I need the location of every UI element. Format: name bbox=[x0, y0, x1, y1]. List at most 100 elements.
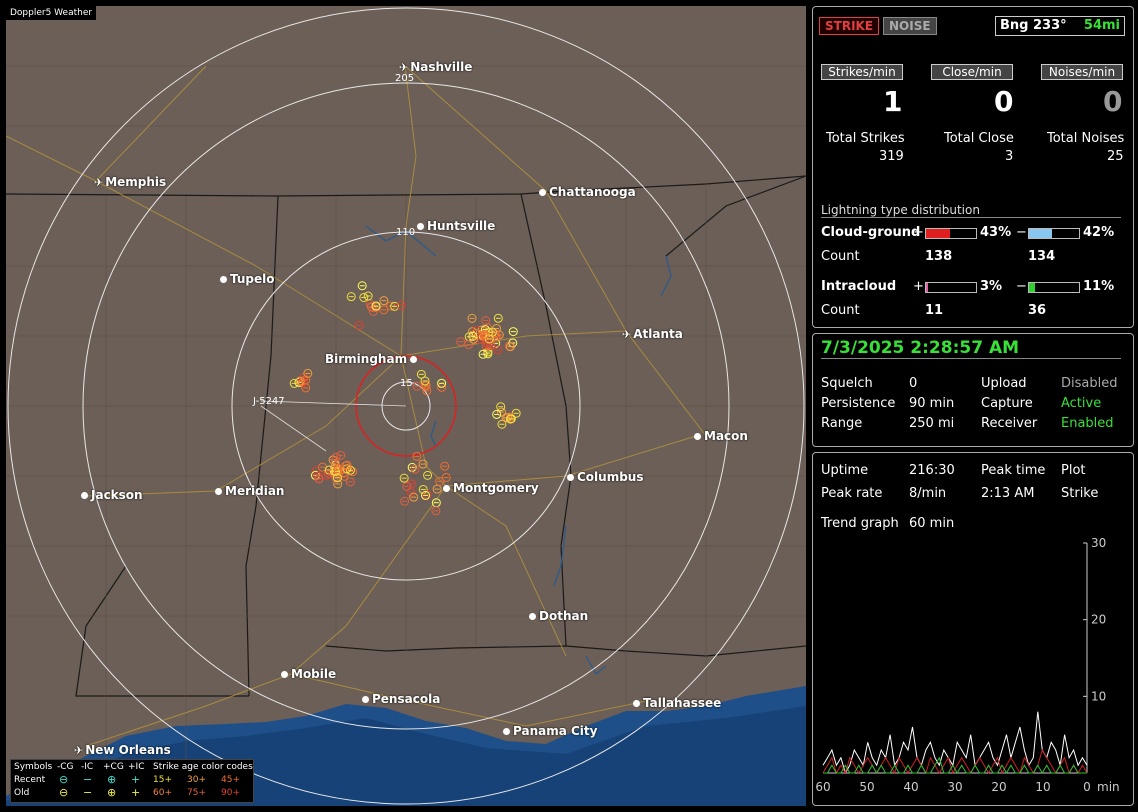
noise-button[interactable]: NOISE bbox=[883, 17, 937, 35]
legend-age-30: 30+ bbox=[187, 775, 206, 785]
legend-age-title: Strike age color codes bbox=[153, 762, 253, 772]
total-noises-value: 25 bbox=[1107, 149, 1124, 164]
cloud-ground-label: Cloud-ground bbox=[821, 225, 921, 240]
legend-recent-pos-ic-icon: + bbox=[131, 773, 141, 786]
ga-sc-border bbox=[665, 175, 806, 257]
total-strikes-label: Total Strikes bbox=[826, 131, 905, 146]
ic-pos-percent: 3% bbox=[980, 279, 1003, 294]
fl-border bbox=[325, 645, 806, 657]
map-title: Doppler5 Weather bbox=[6, 6, 97, 20]
city-dot-icon bbox=[215, 488, 222, 495]
squelch-label: Squelch bbox=[821, 376, 873, 391]
ic-neg-percent: 11% bbox=[1083, 279, 1115, 294]
intracloud-label: Intracloud bbox=[821, 279, 897, 294]
city-dot-icon bbox=[410, 356, 418, 363]
city-dot-icon bbox=[281, 671, 288, 678]
cg-count-label: Count bbox=[821, 249, 860, 264]
airport-icon: ✈ bbox=[622, 328, 632, 341]
total-noises-label: Total Noises bbox=[1047, 131, 1125, 146]
x-tick-label: 30 bbox=[947, 780, 962, 794]
receiver-value: Enabled bbox=[1061, 416, 1114, 431]
cg-neg-bar bbox=[1028, 228, 1080, 239]
x-tick-label: 20 bbox=[991, 780, 1006, 794]
total-close-value: 3 bbox=[1005, 149, 1014, 164]
cg-neg-percent: 42% bbox=[1083, 225, 1115, 240]
ic-neg-bar bbox=[1028, 282, 1080, 293]
uptime-value: 216:30 bbox=[909, 463, 955, 478]
upload-label: Upload bbox=[981, 376, 1027, 391]
ic-minus-sign: − bbox=[1016, 279, 1027, 294]
city-panama-city: Panama City bbox=[503, 724, 597, 738]
total-close-label: Total Close bbox=[944, 131, 1014, 146]
city-dot-icon bbox=[443, 485, 450, 492]
lightning-map[interactable]: Doppler5 Weather 205 110 15 J-5247 ✈ Nash… bbox=[6, 6, 806, 806]
city-dot-icon bbox=[529, 613, 536, 620]
legend-age-75: 75+ bbox=[187, 788, 206, 798]
airport-icon: ✈ bbox=[94, 176, 104, 189]
cg-pos-count: 138 bbox=[925, 249, 953, 264]
city-birmingham: Birmingham bbox=[325, 352, 420, 366]
city-dothan: Dothan bbox=[529, 609, 588, 623]
trend-graph-value[interactable]: 60 min bbox=[909, 516, 954, 531]
map-legend: Symbols -CG -IC +CG +IC Strike age color… bbox=[10, 759, 254, 803]
city-dot-icon bbox=[633, 700, 640, 707]
city-nashville: ✈ Nashville bbox=[399, 60, 473, 74]
capture-label: Capture bbox=[981, 396, 1033, 411]
strike-counts-panel: STRIKE NOISE Bng 233° 54mi Strikes/min C… bbox=[812, 6, 1134, 328]
uptime-label: Uptime bbox=[821, 463, 869, 478]
city-dot-icon bbox=[81, 492, 88, 499]
legend-old-neg-ic-icon: − bbox=[83, 786, 93, 799]
legend-recent-pos-cg-icon: ⊕ bbox=[107, 773, 117, 786]
al-ga-border bbox=[520, 193, 572, 647]
trend-graph-label: Trend graph bbox=[821, 516, 899, 531]
noises-per-min-header: Noises/min bbox=[1041, 64, 1123, 80]
range-value: 250 mi bbox=[909, 416, 955, 431]
distance-value: 54mi bbox=[1083, 18, 1120, 33]
status-panel: 7/3/2025 2:28:57 AM Squelch 0 Upload Dis… bbox=[812, 333, 1134, 447]
trend-panel: Uptime 216:30 Peak time Plot Peak rate 8… bbox=[812, 452, 1134, 806]
x-unit-label: min bbox=[1097, 780, 1120, 794]
bearing-line-2 bbox=[260, 405, 327, 452]
strikes-per-min-value: 1 bbox=[883, 85, 903, 118]
legend-old-pos-ic-icon: + bbox=[131, 786, 141, 799]
airport-icon: ✈ bbox=[74, 744, 84, 757]
x-tick-label: 60 bbox=[815, 780, 830, 794]
city-atlanta: ✈ Atlanta bbox=[622, 327, 683, 341]
ic-neg-count: 36 bbox=[1028, 303, 1047, 318]
y-tick-label: 10 bbox=[1091, 689, 1106, 703]
cg-minus-sign: − bbox=[1016, 225, 1027, 240]
legend-pos-ic: +IC bbox=[128, 762, 145, 772]
peak-rate-value: 8/min bbox=[909, 486, 947, 501]
strike-markers bbox=[289, 281, 521, 516]
ic-pos-bar bbox=[925, 282, 977, 293]
city-chattanooga: Chattanooga bbox=[539, 185, 636, 199]
legend-neg-ic: -IC bbox=[81, 762, 94, 772]
peak-time-label: Peak time bbox=[981, 463, 1046, 478]
strike-button[interactable]: STRIKE bbox=[819, 17, 880, 35]
city-memphis: ✈ Memphis bbox=[94, 175, 167, 189]
legend-recent-neg-cg-icon: ⊖ bbox=[59, 773, 69, 786]
ring-label-205: 205 bbox=[395, 73, 415, 84]
cg-plus-sign: + bbox=[913, 225, 924, 240]
persistence-label: Persistence bbox=[821, 396, 896, 411]
plot-value[interactable]: Strike bbox=[1061, 486, 1098, 501]
ms-la-border bbox=[75, 565, 249, 697]
capture-value: Active bbox=[1061, 396, 1102, 411]
close-per-min-value: 0 bbox=[994, 85, 1014, 118]
range-label: Range bbox=[821, 416, 863, 431]
city-dot-icon bbox=[539, 189, 546, 196]
receiver-label: Receiver bbox=[981, 416, 1038, 431]
city-dot-icon bbox=[503, 728, 510, 735]
city-montgomery: Montgomery bbox=[443, 481, 539, 495]
x-tick-label: 50 bbox=[859, 780, 874, 794]
cg-pos-bar bbox=[925, 228, 977, 239]
ring-label-110: 110 bbox=[396, 227, 416, 238]
squelch-value: 0 bbox=[909, 376, 918, 391]
legend-age-45: 45+ bbox=[221, 775, 240, 785]
ic-pos-count: 11 bbox=[925, 303, 944, 318]
plot-label: Plot bbox=[1061, 463, 1086, 478]
legend-pos-cg: +CG bbox=[103, 762, 124, 772]
x-tick-label: 40 bbox=[903, 780, 918, 794]
al-ms-border bbox=[245, 195, 279, 697]
close-per-min-header: Close/min bbox=[931, 64, 1013, 80]
